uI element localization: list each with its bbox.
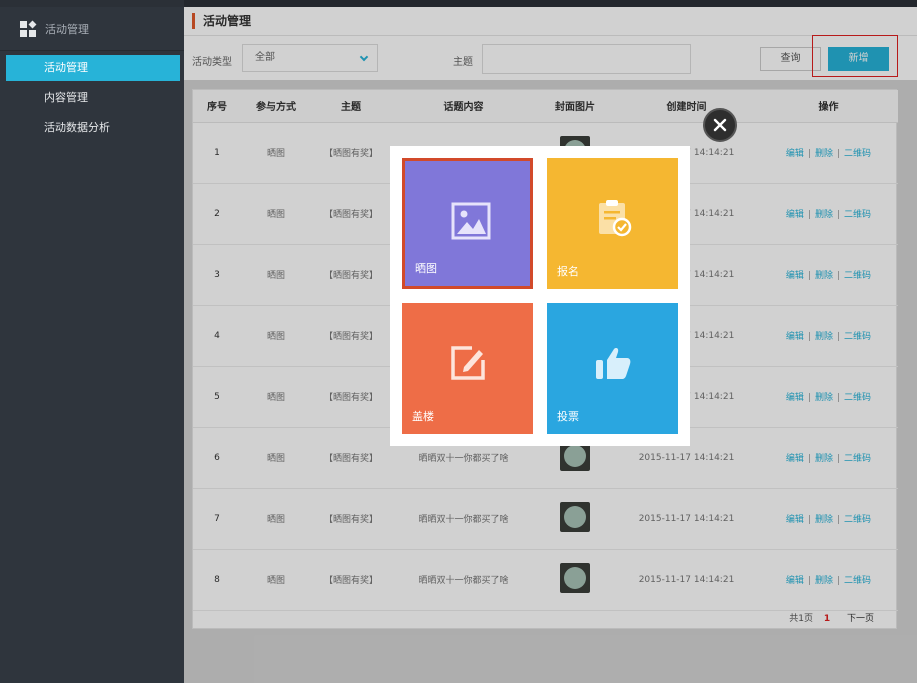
tile-thread-label: 盖楼	[412, 410, 434, 423]
sidebar-item-content-management[interactable]: 内容管理	[0, 85, 184, 111]
tile-signup[interactable]: 报名	[547, 158, 678, 289]
close-icon[interactable]	[703, 108, 737, 142]
tile-signup-label: 报名	[557, 265, 579, 278]
sidebar-item-activity-analytics[interactable]: 活动数据分析	[0, 115, 184, 141]
tile-photo-share-label: 晒图	[415, 262, 437, 275]
activity-type-modal: 晒图 报名 盖楼 投票	[390, 146, 690, 446]
sidebar-nav: 活动管理 内容管理 活动数据分析	[0, 55, 184, 141]
sidebar-brand: 活动管理	[0, 7, 184, 51]
clipboard-check-icon	[599, 200, 632, 237]
tile-vote[interactable]: 投票	[547, 303, 678, 434]
tile-thread[interactable]: 盖楼	[402, 303, 533, 434]
tile-vote-label: 投票	[557, 410, 579, 423]
image-icon	[451, 202, 491, 240]
edit-icon	[451, 346, 485, 380]
sidebar-brand-label: 活动管理	[45, 22, 89, 36]
tile-photo-share[interactable]: 晒图	[402, 158, 533, 289]
sidebar: 活动管理 活动管理 内容管理 活动数据分析	[0, 7, 184, 683]
sidebar-item-activity-management[interactable]: 活动管理	[6, 55, 180, 81]
dashboard-icon	[20, 20, 37, 37]
thumbs-up-icon	[596, 348, 631, 379]
